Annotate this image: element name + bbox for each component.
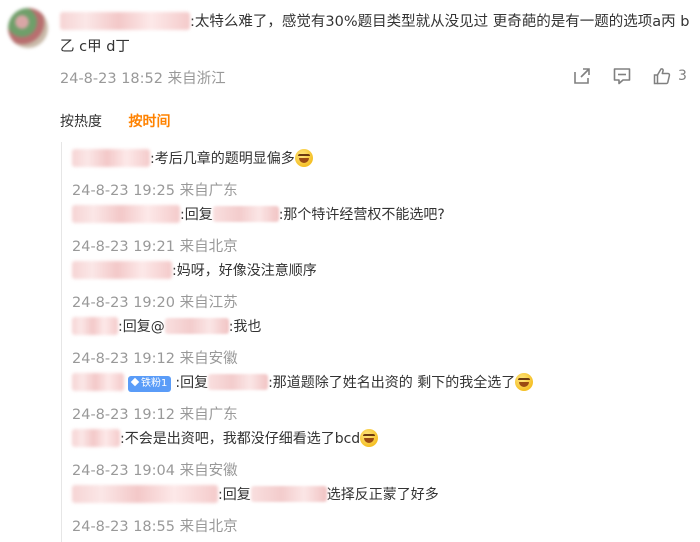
reply-meta: 24-8-23 19:21 来自北京 [72, 239, 238, 255]
reply-item: :回复 :那个特许经营权不能选吧? 24-8-23 19:21 来自北京 [72, 203, 445, 256]
reply-item: :回复@ :我也 24-8-23 19:12 来自安徽 [72, 315, 261, 368]
main-comment: :太特么难了，感觉有30%题目类型就从没见过 更奇葩的是有一题的选项a丙 b乙 … [60, 10, 690, 60]
reply-text: :那个特许经营权不能选吧? [278, 207, 445, 223]
mention-link-blurred[interactable] [212, 206, 279, 222]
diamond-icon [130, 377, 140, 387]
comment-icon [613, 68, 631, 85]
sort-by-time-tab[interactable]: 按时间 [128, 114, 170, 130]
reply-prefix: :回复 [180, 207, 213, 223]
share-icon [574, 68, 590, 84]
reply-username-blurred[interactable] [72, 317, 118, 335]
like-icon [653, 68, 671, 85]
mention-link-blurred[interactable] [250, 486, 327, 502]
reply-username-blurred[interactable] [72, 261, 172, 279]
main-comment-location: 来自浙江 [167, 71, 226, 87]
reply-item: :妈呀，好像没注意顺序 24-8-23 19:20 来自江苏 [72, 259, 317, 312]
reply-meta: 24-8-23 18:55 来自北京 [72, 519, 238, 535]
reply-text: :我也 [228, 319, 262, 335]
comment-actions: 3 [572, 66, 700, 86]
reply-text: :那道题除了姓名出资的 剩下的我全选了 [268, 375, 516, 391]
mention-link-blurred[interactable] [208, 374, 269, 390]
comment-button[interactable] [612, 66, 632, 86]
reply-item: :不会是出资吧，我都没仔细看选了bcd 24-8-23 19:04 来自安徽 [72, 427, 379, 480]
sort-by-hot-tab[interactable]: 按热度 [60, 114, 102, 130]
reply-text: :妈呀，好像没注意顺序 [172, 263, 317, 279]
mention-link-blurred[interactable] [164, 318, 229, 334]
reply-prefix: :回复 [218, 487, 251, 503]
reply-meta: 24-8-23 19:12 来自广东 [72, 407, 238, 423]
reply-text: :不会是出资吧，我都没仔细看选了bcd [120, 431, 361, 447]
fan-badge-label: 铁粉1 [141, 378, 168, 389]
avatar[interactable] [8, 8, 48, 48]
reply-meta: 24-8-23 19:20 来自江苏 [72, 295, 238, 311]
reply-meta: 24-8-23 19:12 来自安徽 [72, 351, 238, 367]
laugh-cry-emoji-icon [515, 373, 534, 391]
username-blurred[interactable] [60, 12, 190, 30]
reply-username-blurred[interactable] [72, 205, 180, 223]
laugh-cry-emoji-icon [360, 429, 379, 447]
share-button[interactable] [572, 66, 592, 86]
main-comment-date: 24-8-23 18:52 [60, 71, 163, 87]
sort-tabs: 按热度 按时间 [60, 111, 192, 131]
fan-badge: 铁粉1 [128, 376, 172, 392]
reply-item: :回复 选择反正蒙了好多 24-8-23 18:55 来自北京 [72, 483, 439, 536]
reply-list: :考后几章的题明显偏多 24-8-23 19:25 来自广东 :回复 :那个特许经… [61, 142, 692, 542]
like-count: 3 [678, 68, 687, 84]
reply-username-blurred[interactable] [72, 429, 120, 447]
reply-username-blurred[interactable] [72, 373, 124, 391]
reply-text: :考后几章的题明显偏多 [150, 151, 295, 167]
reply-username-blurred[interactable] [72, 485, 218, 503]
reply-prefix: :回复@ [118, 319, 165, 335]
like-button[interactable]: 3 [652, 66, 687, 86]
main-comment-meta: 24-8-23 18:52 来自浙江 [60, 67, 226, 88]
reply-item: 铁粉1 :回复 :那道题除了姓名出资的 剩下的我全选了 24-8-23 19:12 … [72, 371, 534, 424]
laugh-cry-emoji-icon [294, 149, 313, 167]
reply-meta: 24-8-23 19:25 来自广东 [72, 183, 238, 199]
reply-prefix: :回复 [175, 375, 209, 391]
reply-meta: 24-8-23 19:04 来自安徽 [72, 463, 238, 479]
reply-text: 选择反正蒙了好多 [326, 487, 439, 503]
reply-username-blurred[interactable] [72, 149, 150, 167]
reply-item: :考后几章的题明显偏多 24-8-23 19:25 来自广东 [72, 147, 313, 200]
